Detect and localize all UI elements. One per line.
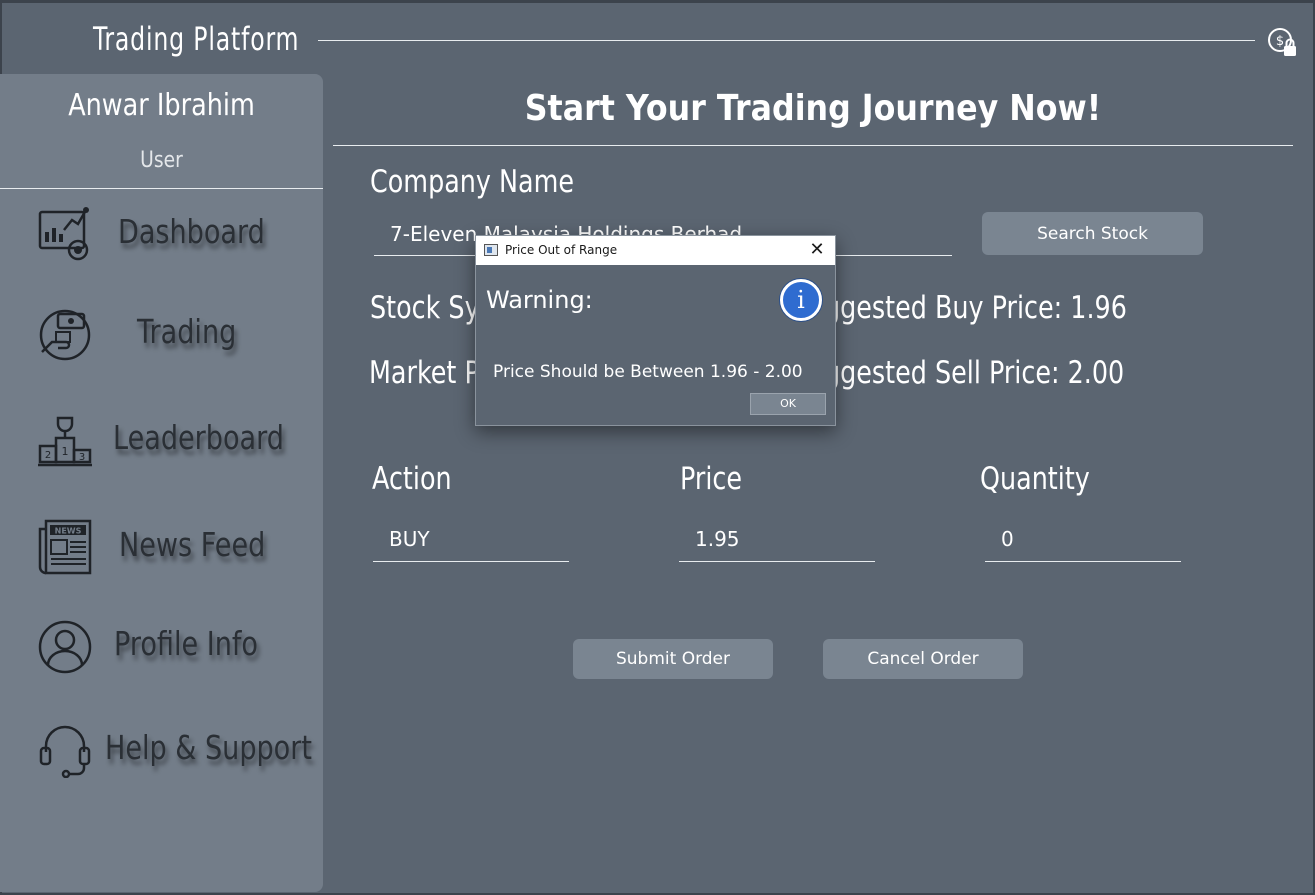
svg-text:1: 1: [62, 445, 69, 458]
svg-text:2: 2: [45, 450, 51, 461]
suggested-sell-price: ggested Sell Price: 2.00: [824, 355, 1125, 391]
info-icon: i: [780, 279, 822, 321]
action-field[interactable]: [373, 516, 569, 562]
user-role: User: [140, 148, 183, 173]
sidebar-item-label: News Feed: [119, 525, 266, 564]
sidebar-divider: [0, 188, 323, 189]
sidebar-item-help-support[interactable]: Help & Support: [0, 716, 323, 786]
sidebar-item-dashboard[interactable]: Dashboard: [0, 196, 323, 266]
user-name: Anwar Ibrahim: [68, 88, 255, 123]
sidebar-item-label: Trading: [137, 312, 237, 351]
sidebar-item-label: Profile Info: [114, 624, 258, 663]
price-warning-dialog: Price Out of Range ✕ Warning: i Price Sh…: [475, 235, 836, 426]
sidebar-item-label: Leaderboard: [113, 418, 284, 457]
dialog-titlebar[interactable]: Price Out of Range ✕: [476, 236, 835, 265]
cancel-order-button[interactable]: Cancel Order: [823, 639, 1023, 679]
submit-order-button[interactable]: Submit Order: [573, 639, 773, 679]
ok-button[interactable]: OK: [750, 393, 826, 415]
search-stock-button[interactable]: Search Stock: [982, 212, 1203, 255]
title-divider: [318, 40, 1255, 41]
svg-text:3: 3: [79, 452, 85, 463]
sidebar-item-leaderboard[interactable]: 1 2 3 Leaderboard: [0, 406, 323, 476]
svg-text:$: $: [1276, 34, 1284, 49]
svg-text:NEWS: NEWS: [55, 527, 82, 536]
money-lock-icon[interactable]: $: [1266, 26, 1300, 60]
market-price-label: Market P: [369, 355, 480, 391]
sidebar-item-trading[interactable]: Trading: [0, 300, 323, 370]
news-feed-icon: NEWS: [38, 519, 92, 575]
quantity-field[interactable]: [985, 516, 1181, 562]
sidebar-item-profile-info[interactable]: Profile Info: [0, 614, 323, 684]
window-app-icon: [484, 244, 498, 256]
leaderboard-icon: 1 2 3: [38, 416, 92, 467]
app-title: Trading Platform: [93, 20, 300, 58]
company-name-label: Company Name: [370, 164, 575, 200]
dialog-title: Price Out of Range: [505, 243, 618, 257]
quantity-label: Quantity: [980, 461, 1090, 497]
heading-divider: [333, 145, 1293, 146]
action-label: Action: [372, 461, 452, 497]
dialog-message: Price Should be Between 1.96 - 2.00: [493, 362, 803, 382]
sidebar: Anwar Ibrahim User Dashboard Trading 1 2…: [0, 74, 323, 892]
price-label: Price: [680, 461, 743, 497]
suggested-buy-price: ggested Buy Price: 1.96: [824, 290, 1127, 326]
dashboard-icon: [38, 207, 89, 261]
dialog-header: Warning:: [486, 286, 593, 314]
sidebar-item-label: Help & Support: [105, 728, 312, 767]
close-icon[interactable]: ✕: [805, 239, 829, 261]
profile-icon: [38, 620, 92, 674]
price-field[interactable]: [679, 516, 875, 562]
sidebar-item-news-feed[interactable]: NEWS News Feed: [0, 511, 323, 581]
headset-icon: [39, 725, 91, 778]
page-title: Start Your Trading Journey Now!: [524, 88, 1102, 129]
trading-icon: [39, 309, 91, 361]
sidebar-item-label: Dashboard: [118, 212, 265, 251]
